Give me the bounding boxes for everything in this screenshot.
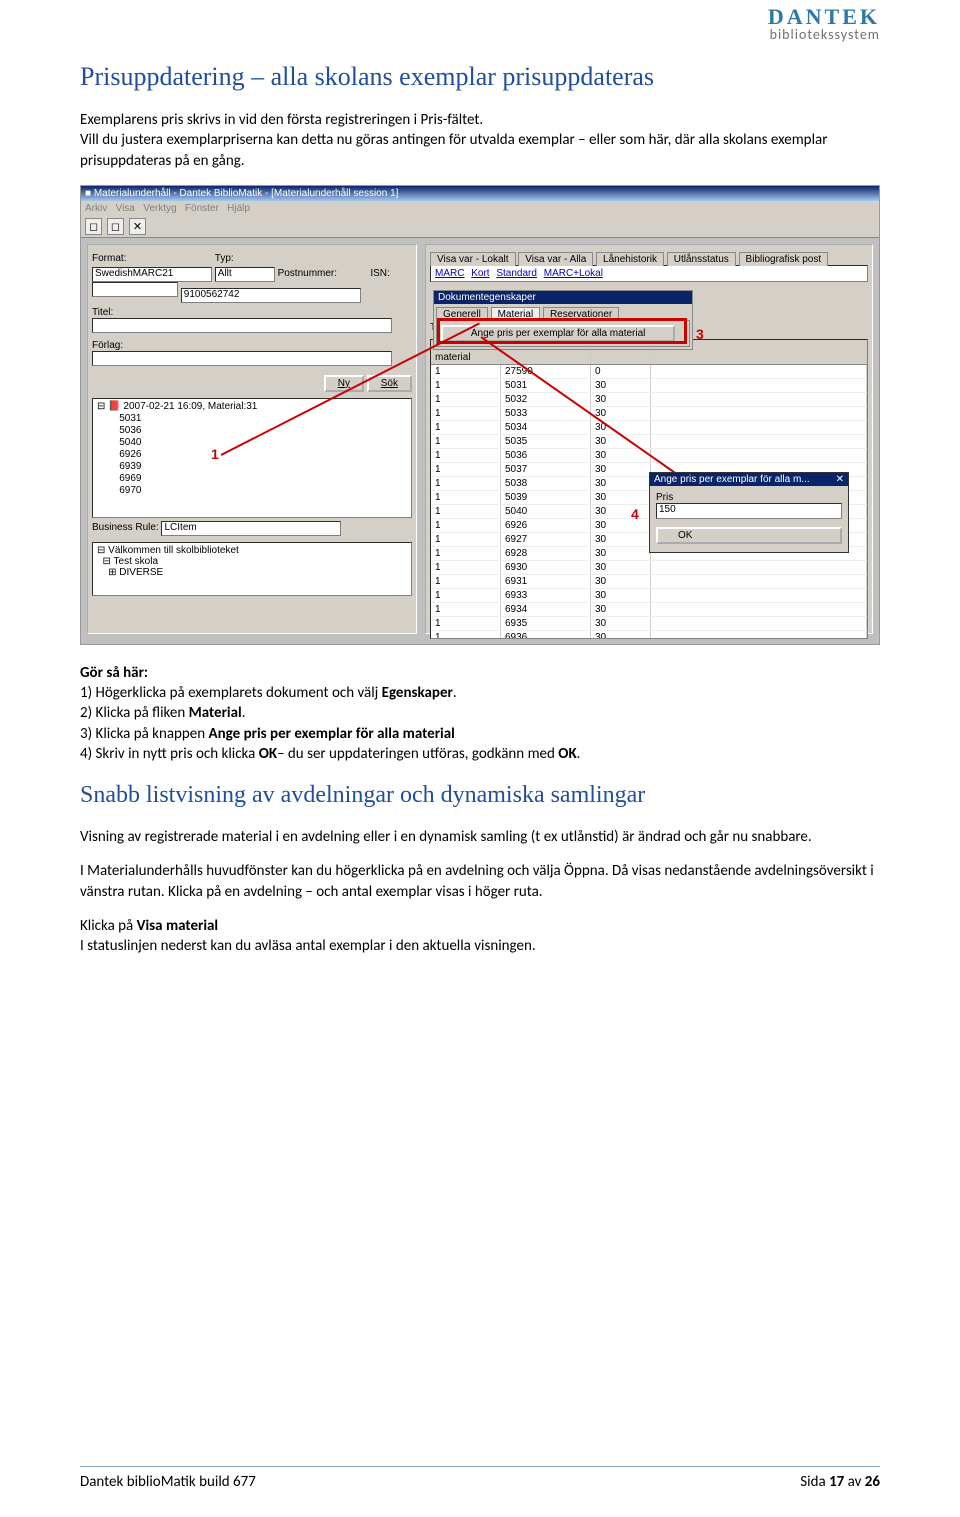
table-row[interactable]: 1503430 — [431, 421, 867, 435]
price-popup: Ange pris per exemplar för alla m... ✕ Pr… — [649, 472, 849, 553]
typ-label: Typ: — [215, 253, 234, 264]
footer-right: Sida 17 av 26 — [800, 1473, 880, 1491]
diverse-node[interactable]: DIVERSE — [119, 567, 163, 578]
table-row[interactable]: 1275900 — [431, 365, 867, 379]
tab-visa-lokalt[interactable]: Visa var - Lokalt — [430, 252, 516, 266]
ok-button[interactable]: OK — [656, 527, 842, 544]
postnummer-label: Postnummer: — [278, 268, 368, 279]
tree-item[interactable]: 5036 — [97, 425, 407, 437]
link-marc-lokal[interactable]: MARC+Lokal — [544, 268, 603, 279]
right-tabstrip: Visa var - Lokalt Visa var - Alla Lånehi… — [430, 251, 868, 265]
format-label: Format: — [92, 253, 212, 264]
close-icon[interactable]: ✕ — [836, 474, 844, 485]
table-row[interactable]: 1503230 — [431, 393, 867, 407]
tree-item[interactable]: 5031 — [97, 413, 407, 425]
table-row[interactable]: 1503330 — [431, 407, 867, 421]
tab-bibliografisk[interactable]: Bibliografisk post — [739, 252, 829, 266]
annotation-3: 3 — [696, 326, 704, 342]
tab-lanehistorik[interactable]: Lånehistorik — [596, 252, 664, 266]
link-standard[interactable]: Standard — [496, 268, 537, 279]
tree-item[interactable]: 6939 — [97, 461, 407, 473]
table-row[interactable]: 1693430 — [431, 603, 867, 617]
forlag-field[interactable] — [92, 351, 392, 366]
paragraph-2: Visning av registrerade material i en av… — [80, 827, 880, 847]
tree-item[interactable]: 6926 — [97, 449, 407, 461]
menu-arkiv[interactable]: Arkiv — [85, 203, 107, 214]
table-row[interactable]: 1693130 — [431, 575, 867, 589]
popup-title: Dokumentegenskaper — [434, 291, 692, 304]
school-node[interactable]: Test skola — [114, 556, 158, 567]
footer-divider — [80, 1466, 880, 1467]
isn-label: ISN: — [370, 268, 389, 279]
menu-bar: Arkiv Visa Verktyg Fönster Hjälp — [81, 201, 879, 216]
footer-left: Dantek biblioMatik build 677 — [80, 1473, 256, 1491]
table-row[interactable]: 1503530 — [431, 435, 867, 449]
page-footer: Dantek biblioMatik build 677 Sida 17 av … — [80, 1473, 880, 1491]
isn-field[interactable]: 9100562742 — [181, 288, 361, 303]
titel-field[interactable] — [92, 318, 392, 333]
link-strip: MARC Kort Standard MARC+Lokal — [430, 265, 868, 282]
menu-visa[interactable]: Visa — [116, 203, 135, 214]
menu-hjalp[interactable]: Hjälp — [227, 203, 250, 214]
close-icon[interactable]: ✕ — [129, 218, 146, 235]
tab-utlansstatus[interactable]: Utlånsstatus — [667, 252, 736, 266]
link-marc[interactable]: MARC — [435, 268, 464, 279]
window-titlebar: ■ Materialunderhåll - Dantek BiblioMatik… — [81, 186, 879, 201]
table-row[interactable]: 1693530 — [431, 617, 867, 631]
logo-sub: bibliotekssystem — [768, 28, 880, 42]
postnummer-field[interactable] — [92, 282, 178, 297]
red-highlight-box — [437, 318, 687, 344]
price-label: Pris — [656, 492, 842, 503]
table-row[interactable]: 1503130 — [431, 379, 867, 393]
business-rule-label: Business Rule: — [92, 522, 159, 533]
price-input[interactable]: 150 — [656, 503, 842, 519]
menu-fonster[interactable]: Fönster — [185, 203, 219, 214]
tab-visa-alla[interactable]: Visa var - Alla — [518, 252, 593, 266]
table-row[interactable]: 1693630 — [431, 631, 867, 639]
format-field[interactable]: SwedishMARC21 — [92, 267, 212, 282]
tree-item[interactable]: 6969 — [97, 473, 407, 485]
paragraph-4: Klicka på Visa material I statuslinjen n… — [80, 916, 880, 957]
toolbar: ◻ ◻ ✕ — [81, 216, 879, 238]
table-row[interactable]: 1693030 — [431, 561, 867, 575]
logo-main: DANTEK — [768, 6, 880, 28]
forlag-label: Förlag: — [92, 340, 412, 351]
business-rule-field[interactable]: LCItem — [161, 521, 341, 536]
price-popup-title: Ange pris per exemplar för alla m... — [654, 474, 810, 485]
welcome-node[interactable]: Välkommen till skolbiblioteket — [108, 545, 239, 556]
tree-root[interactable]: ⊟ 📕 2007-02-21 16:09, Material:31 — [97, 401, 407, 413]
section-heading-2: Snabb listvisning av avdelningar och dyn… — [80, 782, 880, 809]
typ-field[interactable]: Allt — [215, 267, 275, 282]
result-tree[interactable]: ⊟ 📕 2007-02-21 16:09, Material:31 5031 5… — [92, 398, 412, 518]
table-row[interactable]: 1693330 — [431, 589, 867, 603]
toolbar-btn-2[interactable]: ◻ — [107, 218, 124, 235]
annotation-4: 4 — [631, 506, 639, 522]
paragraph-3: I Materialunderhålls huvudfönster kan du… — [80, 861, 880, 902]
titel-label: Titel: — [92, 307, 412, 318]
brand-logo: DANTEK bibliotekssystem — [768, 6, 880, 42]
page-title: Prisuppdatering – alla skolans exemplar … — [80, 62, 880, 92]
menu-verktyg[interactable]: Verktyg — [143, 203, 176, 214]
steps-block: Gör så här: 1) Högerklicka på exemplaret… — [80, 663, 880, 764]
embedded-screenshot: ■ Materialunderhåll - Dantek BiblioMatik… — [80, 185, 880, 645]
steps-heading: Gör så här: — [80, 664, 148, 682]
toolbar-btn-1[interactable]: ◻ — [85, 218, 102, 235]
annotation-1: 1 — [211, 446, 219, 462]
window-title-text: Materialunderhåll - Dantek BiblioMatik -… — [94, 188, 399, 199]
link-kort[interactable]: Kort — [471, 268, 489, 279]
tree-item[interactable]: 6970 — [97, 485, 407, 497]
library-tree[interactable]: ⊟ Välkommen till skolbiblioteket ⊟ Test … — [92, 542, 412, 596]
intro-paragraph: Exemplarens pris skrivs in vid den först… — [80, 110, 880, 171]
